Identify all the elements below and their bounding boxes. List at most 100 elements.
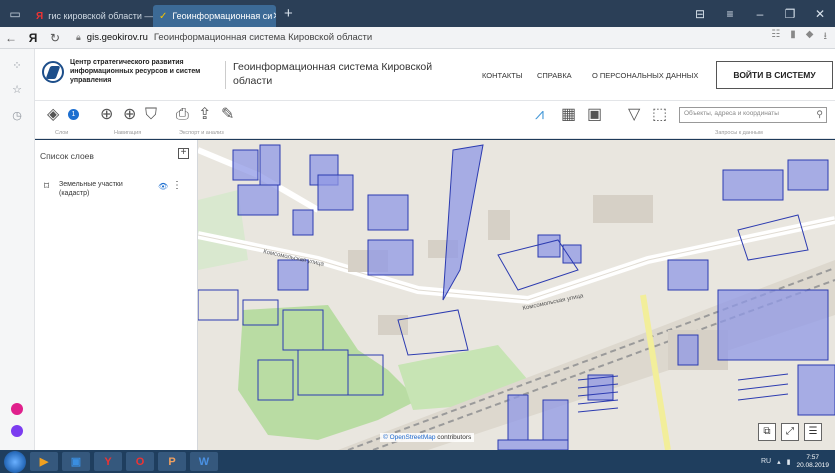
basemap-switch-icon[interactable]: ⧉ — [758, 423, 776, 441]
screen: ▭ Я гис кировской области — ✓ Геоинформа… — [0, 0, 835, 473]
parcel — [667, 259, 709, 291]
layer-name: Земельные участки (кадастр) — [59, 181, 123, 197]
building — [378, 315, 408, 335]
parcel — [722, 169, 784, 201]
app-header: Центр стратегического развития информаци… — [35, 49, 835, 101]
search-input[interactable]: Объекты, адреса и координаты ⚲ — [679, 107, 827, 123]
table-icon[interactable]: ▦ — [561, 106, 576, 124]
history-clock-icon[interactable]: ◷ — [9, 109, 25, 122]
layers-icon[interactable]: ◈ — [47, 106, 59, 124]
yandex-home-icon[interactable]: Я — [22, 31, 44, 45]
browser-sidepanel: ⁘ ☆ ◷ — [0, 49, 35, 450]
reload-icon[interactable]: ↻ — [44, 31, 66, 45]
apps-grid-icon[interactable]: ⁘ — [9, 59, 25, 72]
tab-label: Геоинформационная си — [172, 11, 273, 21]
parcel — [232, 149, 259, 181]
clock-date: 20.08.2019 — [796, 461, 829, 469]
building — [488, 210, 510, 240]
close-tab-icon[interactable]: ✕ — [272, 11, 276, 22]
menu-help[interactable]: СПРАВКА — [537, 71, 572, 80]
search-icon[interactable]: ⚲ — [816, 109, 823, 120]
data-panel-icon[interactable]: ▣ — [587, 106, 602, 124]
parcel — [367, 194, 409, 231]
address-bar: ← Я ↻ 🔒︎ gis.geokirov.ru Геоинформационн… — [0, 27, 835, 49]
save-app-icon[interactable]: ▣ — [62, 452, 90, 471]
yandex-browser-icon[interactable]: Y — [94, 452, 122, 471]
url-field[interactable]: 🔒︎ gis.geokirov.ru Геоинформационная сис… — [76, 32, 372, 43]
reader-icon[interactable]: ☷ — [771, 29, 780, 46]
parcel — [787, 159, 829, 191]
select-area-icon[interactable]: ⬚ — [652, 106, 667, 124]
bookmark-icon[interactable]: ▮ — [790, 29, 796, 46]
zoom-in-icon[interactable]: ⊕ — [123, 106, 136, 124]
menu-personal-data[interactable]: О ПЕРСОНАЛЬНЫХ ДАННЫХ — [592, 71, 698, 80]
close-window-icon[interactable]: ✕ — [805, 7, 835, 21]
parcel — [292, 209, 314, 236]
tray-arrow-icon[interactable]: ▴ — [777, 458, 781, 466]
start-button[interactable] — [4, 450, 26, 473]
language-indicator[interactable]: RU — [761, 458, 771, 465]
osm-link[interactable]: © OpenStreetMap — [383, 434, 435, 441]
globe-icon[interactable]: ⊕ — [100, 106, 113, 124]
system-tray: RU ▴ ▮ 7:57 20.08.2019 — [761, 454, 829, 470]
parcel — [677, 334, 699, 366]
layers-panel-title: Список слоев — [40, 151, 94, 161]
print-icon[interactable]: ⎙ — [176, 106, 189, 124]
minimize-icon[interactable]: – — [745, 7, 775, 21]
export-icon[interactable]: ⇪ — [198, 106, 211, 124]
fullscreen-icon[interactable]: ⤢ — [781, 423, 799, 441]
parcel-outline — [397, 309, 469, 356]
bookmarks-bar-icon[interactable]: ⊟ — [685, 7, 715, 21]
attribution-text: contributors — [435, 434, 472, 441]
chart-icon[interactable]: ⩘ — [535, 106, 544, 124]
filter-icon[interactable]: ▽ — [628, 106, 640, 124]
protect-icon[interactable]: ◆ — [806, 29, 814, 46]
measure-icon[interactable]: ✎ — [221, 106, 234, 124]
parcel — [259, 144, 281, 186]
login-button[interactable]: ВОЙТИ В СИСТЕМУ — [716, 61, 833, 89]
browser-menu-icon[interactable]: ≡ — [715, 7, 745, 21]
parcel — [237, 184, 279, 216]
download-icon[interactable]: ⭳ — [824, 29, 828, 46]
visibility-eye-icon[interactable]: 👁︎ — [158, 182, 168, 191]
legend-icon[interactable]: ☰ — [804, 423, 822, 441]
layer-menu-icon[interactable]: ⋮ — [172, 180, 182, 191]
logo-icon[interactable] — [42, 61, 64, 83]
bookmark-map-icon[interactable]: ⛉ — [145, 106, 157, 124]
layers-count-badge: 1 — [68, 109, 79, 120]
browser-tabbar: ▭ Я гис кировской области — ✓ Геоинформа… — [0, 0, 835, 27]
system-title: Геоинформационная система Кировской обла… — [233, 61, 433, 87]
new-tab-icon[interactable]: + — [284, 5, 293, 22]
parcel — [317, 174, 354, 211]
opera-icon[interactable]: O — [126, 452, 154, 471]
tabs-menu-icon[interactable]: ▭ — [0, 0, 30, 27]
group-label-queries: Запросы к данным — [715, 130, 763, 136]
map-canvas[interactable]: Комсомольская улица Комсомольская улица … — [198, 140, 835, 450]
parcel — [542, 399, 569, 441]
polygon-layer-icon: ⌑ — [44, 181, 50, 192]
back-icon[interactable]: ← — [0, 31, 22, 45]
clock-time: 7:57 — [806, 453, 820, 461]
group-label-layers: Слои — [55, 130, 69, 136]
tab-search[interactable]: Я гис кировской области — — [30, 5, 153, 27]
explorer-icon[interactable]: ▶ — [30, 452, 58, 471]
restore-icon[interactable]: ❐ — [775, 7, 805, 21]
map-graphics: Комсомольская улица Комсомольская улица — [198, 144, 835, 450]
url-domain: gis.geokirov.ru — [86, 32, 148, 43]
parcel — [277, 259, 309, 291]
layer-item[interactable]: ⌑ Земельные участки (кадастр) 👁︎ ⋮ — [40, 175, 190, 205]
alice-icon[interactable] — [11, 403, 23, 415]
tab-gis[interactable]: ✓ Геоинформационная си ✕ — [153, 5, 276, 27]
word-icon[interactable]: W — [190, 452, 218, 471]
header-divider — [225, 61, 226, 89]
add-layer-button[interactable]: + — [178, 148, 189, 159]
menu-contacts[interactable]: КОНТАКТЫ — [482, 71, 522, 80]
network-icon[interactable]: ▮ — [787, 458, 791, 466]
parcel — [797, 364, 835, 416]
tab-label: гис кировской области — — [48, 11, 153, 21]
building — [593, 195, 653, 223]
paint-icon[interactable]: P — [158, 452, 186, 471]
clock[interactable]: 7:57 20.08.2019 — [796, 454, 829, 470]
voice-assistant-icon[interactable] — [11, 425, 23, 437]
favorites-star-icon[interactable]: ☆ — [9, 83, 25, 96]
